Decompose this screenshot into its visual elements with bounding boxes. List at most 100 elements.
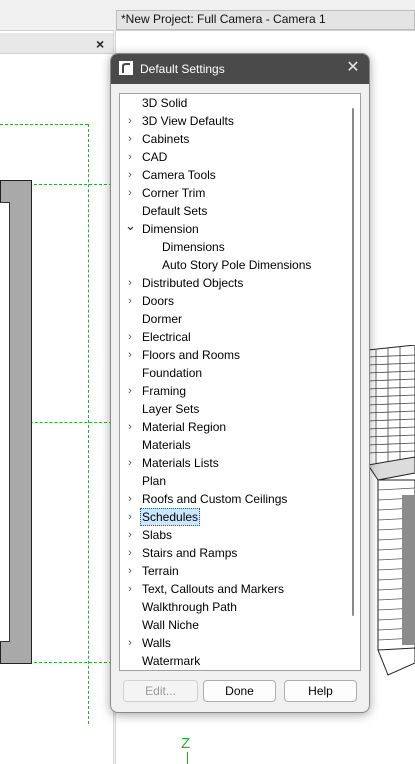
- tree-item-label: Roofs and Custom Ceilings: [142, 492, 288, 506]
- help-button[interactable]: Help: [284, 680, 357, 702]
- plan-dashed-line: [34, 184, 112, 185]
- settings-tree[interactable]: 3D Solid › 3D View Defaults › Cabinets › CAD › C…: [119, 93, 361, 671]
- tree-item[interactable]: › Camera Tools: [120, 166, 350, 184]
- tree-item-label: Stairs and Ramps: [142, 546, 238, 560]
- chevron-right-icon[interactable]: ›: [125, 112, 135, 130]
- z-axis-line: [187, 752, 188, 764]
- tree-item[interactable]: › Roofs and Custom Ceilings: [120, 490, 350, 508]
- chevron-right-icon[interactable]: ›: [125, 454, 135, 472]
- chevron-right-icon[interactable]: ›: [125, 580, 135, 598]
- tree-item[interactable]: › Text, Callouts and Markers: [120, 580, 350, 598]
- tree-item-label: Schedules: [140, 508, 201, 526]
- plan-dashed-line: [88, 124, 89, 724]
- tree-item-label: Framing: [142, 384, 187, 398]
- tree-item-label: Floors and Rooms: [142, 348, 241, 362]
- plan-dashed-line: [34, 662, 112, 663]
- tree-item-label: Terrain: [142, 564, 179, 578]
- tree-item-label: Slabs: [142, 528, 173, 542]
- tree-item[interactable]: › Distributed Objects: [120, 274, 350, 292]
- tree-item[interactable]: › Cabinets: [120, 130, 350, 148]
- tree-item-label: 3D Solid: [142, 96, 188, 110]
- tree-item-label: Electrical: [142, 330, 191, 344]
- chevron-right-icon[interactable]: ›: [125, 130, 135, 148]
- tree-item-label: Auto Story Pole Dimensions: [162, 258, 312, 272]
- document-tab-title[interactable]: *New Project: Full Camera - Camera 1: [116, 10, 415, 30]
- tree-item-label: 3D View Defaults: [142, 114, 234, 128]
- tree-item[interactable]: › Terrain: [120, 562, 350, 580]
- tree-item[interactable]: › Floors and Rooms: [120, 346, 350, 364]
- tree-item[interactable]: › Framing: [120, 382, 350, 400]
- plan-room-interior: [0, 202, 10, 642]
- tree-item[interactable]: › 3D View Defaults: [120, 112, 350, 130]
- tree-item[interactable]: › Electrical: [120, 328, 350, 346]
- tree-item[interactable]: › Materials Lists: [120, 454, 350, 472]
- tree-item-label: Material Region: [142, 420, 227, 434]
- tree-item[interactable]: › Corner Trim: [120, 184, 350, 202]
- chevron-right-icon[interactable]: ›: [125, 634, 135, 652]
- chevron-right-icon[interactable]: ›: [125, 274, 135, 292]
- tree-item[interactable]: › Walls: [120, 634, 350, 652]
- tree-item-label: Default Sets: [142, 204, 208, 218]
- chevron-right-icon[interactable]: ›: [125, 382, 135, 400]
- dialog-titlebar[interactable]: Default Settings ✕: [111, 54, 369, 84]
- tree-item-label: CAD: [142, 150, 168, 164]
- tree-item[interactable]: Auto Story Pole Dimensions: [120, 256, 350, 274]
- tree-item[interactable]: Watermark: [120, 652, 350, 670]
- tree-item[interactable]: Default Sets: [120, 202, 350, 220]
- tree-item[interactable]: › Doors: [120, 292, 350, 310]
- tree-item-label: Dormer: [142, 312, 183, 326]
- chevron-right-icon[interactable]: ›: [125, 148, 135, 166]
- tree-item[interactable]: Foundation: [120, 364, 350, 382]
- tree-item-label: Text, Callouts and Markers: [142, 582, 285, 596]
- tree-item[interactable]: Layer Sets: [120, 400, 350, 418]
- tree-item-label: Walls: [142, 636, 171, 650]
- tree-item-label: Layer Sets: [142, 402, 200, 416]
- chevron-right-icon[interactable]: ›: [125, 346, 135, 364]
- z-axis-label: Z: [181, 735, 191, 752]
- tree-item-label: Watermark: [142, 654, 201, 668]
- tree-item[interactable]: › Schedules: [120, 508, 350, 526]
- tree-item[interactable]: Dimensions: [120, 238, 350, 256]
- close-icon[interactable]: ✕: [345, 59, 361, 77]
- tree-scrollbar[interactable]: [352, 108, 354, 616]
- tree-item[interactable]: ⌄ Dimension: [120, 219, 350, 238]
- plan-dashed-line: [0, 124, 88, 125]
- tree-item-label: Distributed Objects: [142, 276, 244, 290]
- tree-item[interactable]: › CAD: [120, 148, 350, 166]
- tree-item[interactable]: › Material Region: [120, 418, 350, 436]
- tree-item[interactable]: › Stairs and Ramps: [120, 544, 350, 562]
- tree-item-label: Plan: [142, 474, 167, 488]
- chevron-right-icon[interactable]: ›: [125, 562, 135, 580]
- chevron-right-icon[interactable]: ›: [125, 166, 135, 184]
- edit-button[interactable]: Edit...: [123, 680, 198, 702]
- tree-item[interactable]: 3D Solid: [120, 94, 350, 112]
- chevron-right-icon[interactable]: ›: [125, 292, 135, 310]
- chevron-right-icon[interactable]: ›: [125, 544, 135, 562]
- camera-view-house: [368, 345, 415, 676]
- tree-item-label: Walkthrough Path: [142, 600, 237, 614]
- chevron-right-icon[interactable]: ›: [125, 418, 135, 436]
- tree-item[interactable]: Dormer: [120, 310, 350, 328]
- chevron-right-icon[interactable]: ›: [125, 184, 135, 202]
- tree-item[interactable]: Walkthrough Path: [120, 598, 350, 616]
- chevron-right-icon[interactable]: ›: [125, 328, 135, 346]
- tree-item-label: Cabinets: [142, 132, 190, 146]
- tree-item-label: Wall Niche: [142, 618, 199, 632]
- tree-item[interactable]: Plan: [120, 472, 350, 490]
- default-settings-dialog: Default Settings ✕ 3D Solid › 3D View Defa…: [110, 53, 370, 713]
- tree-item-label: Dimensions: [162, 240, 225, 254]
- tree-item-label: Dimension: [142, 222, 199, 236]
- tree-item[interactable]: Wall Niche: [120, 616, 350, 634]
- tree-item[interactable]: › Slabs: [120, 526, 350, 544]
- chevron-down-icon[interactable]: ⌄: [125, 219, 136, 238]
- tree-item[interactable]: Materials: [120, 436, 350, 454]
- tree-item-label: Camera Tools: [142, 168, 216, 182]
- chevron-right-icon[interactable]: ›: [125, 508, 135, 526]
- chevron-right-icon[interactable]: ›: [125, 526, 135, 544]
- tree-item-label: Doors: [142, 294, 175, 308]
- app-logo-icon: [119, 61, 133, 75]
- dialog-title: Default Settings: [140, 62, 225, 76]
- chevron-right-icon[interactable]: ›: [125, 490, 135, 508]
- done-button[interactable]: Done: [203, 680, 276, 702]
- close-view-icon[interactable]: ×: [96, 36, 104, 52]
